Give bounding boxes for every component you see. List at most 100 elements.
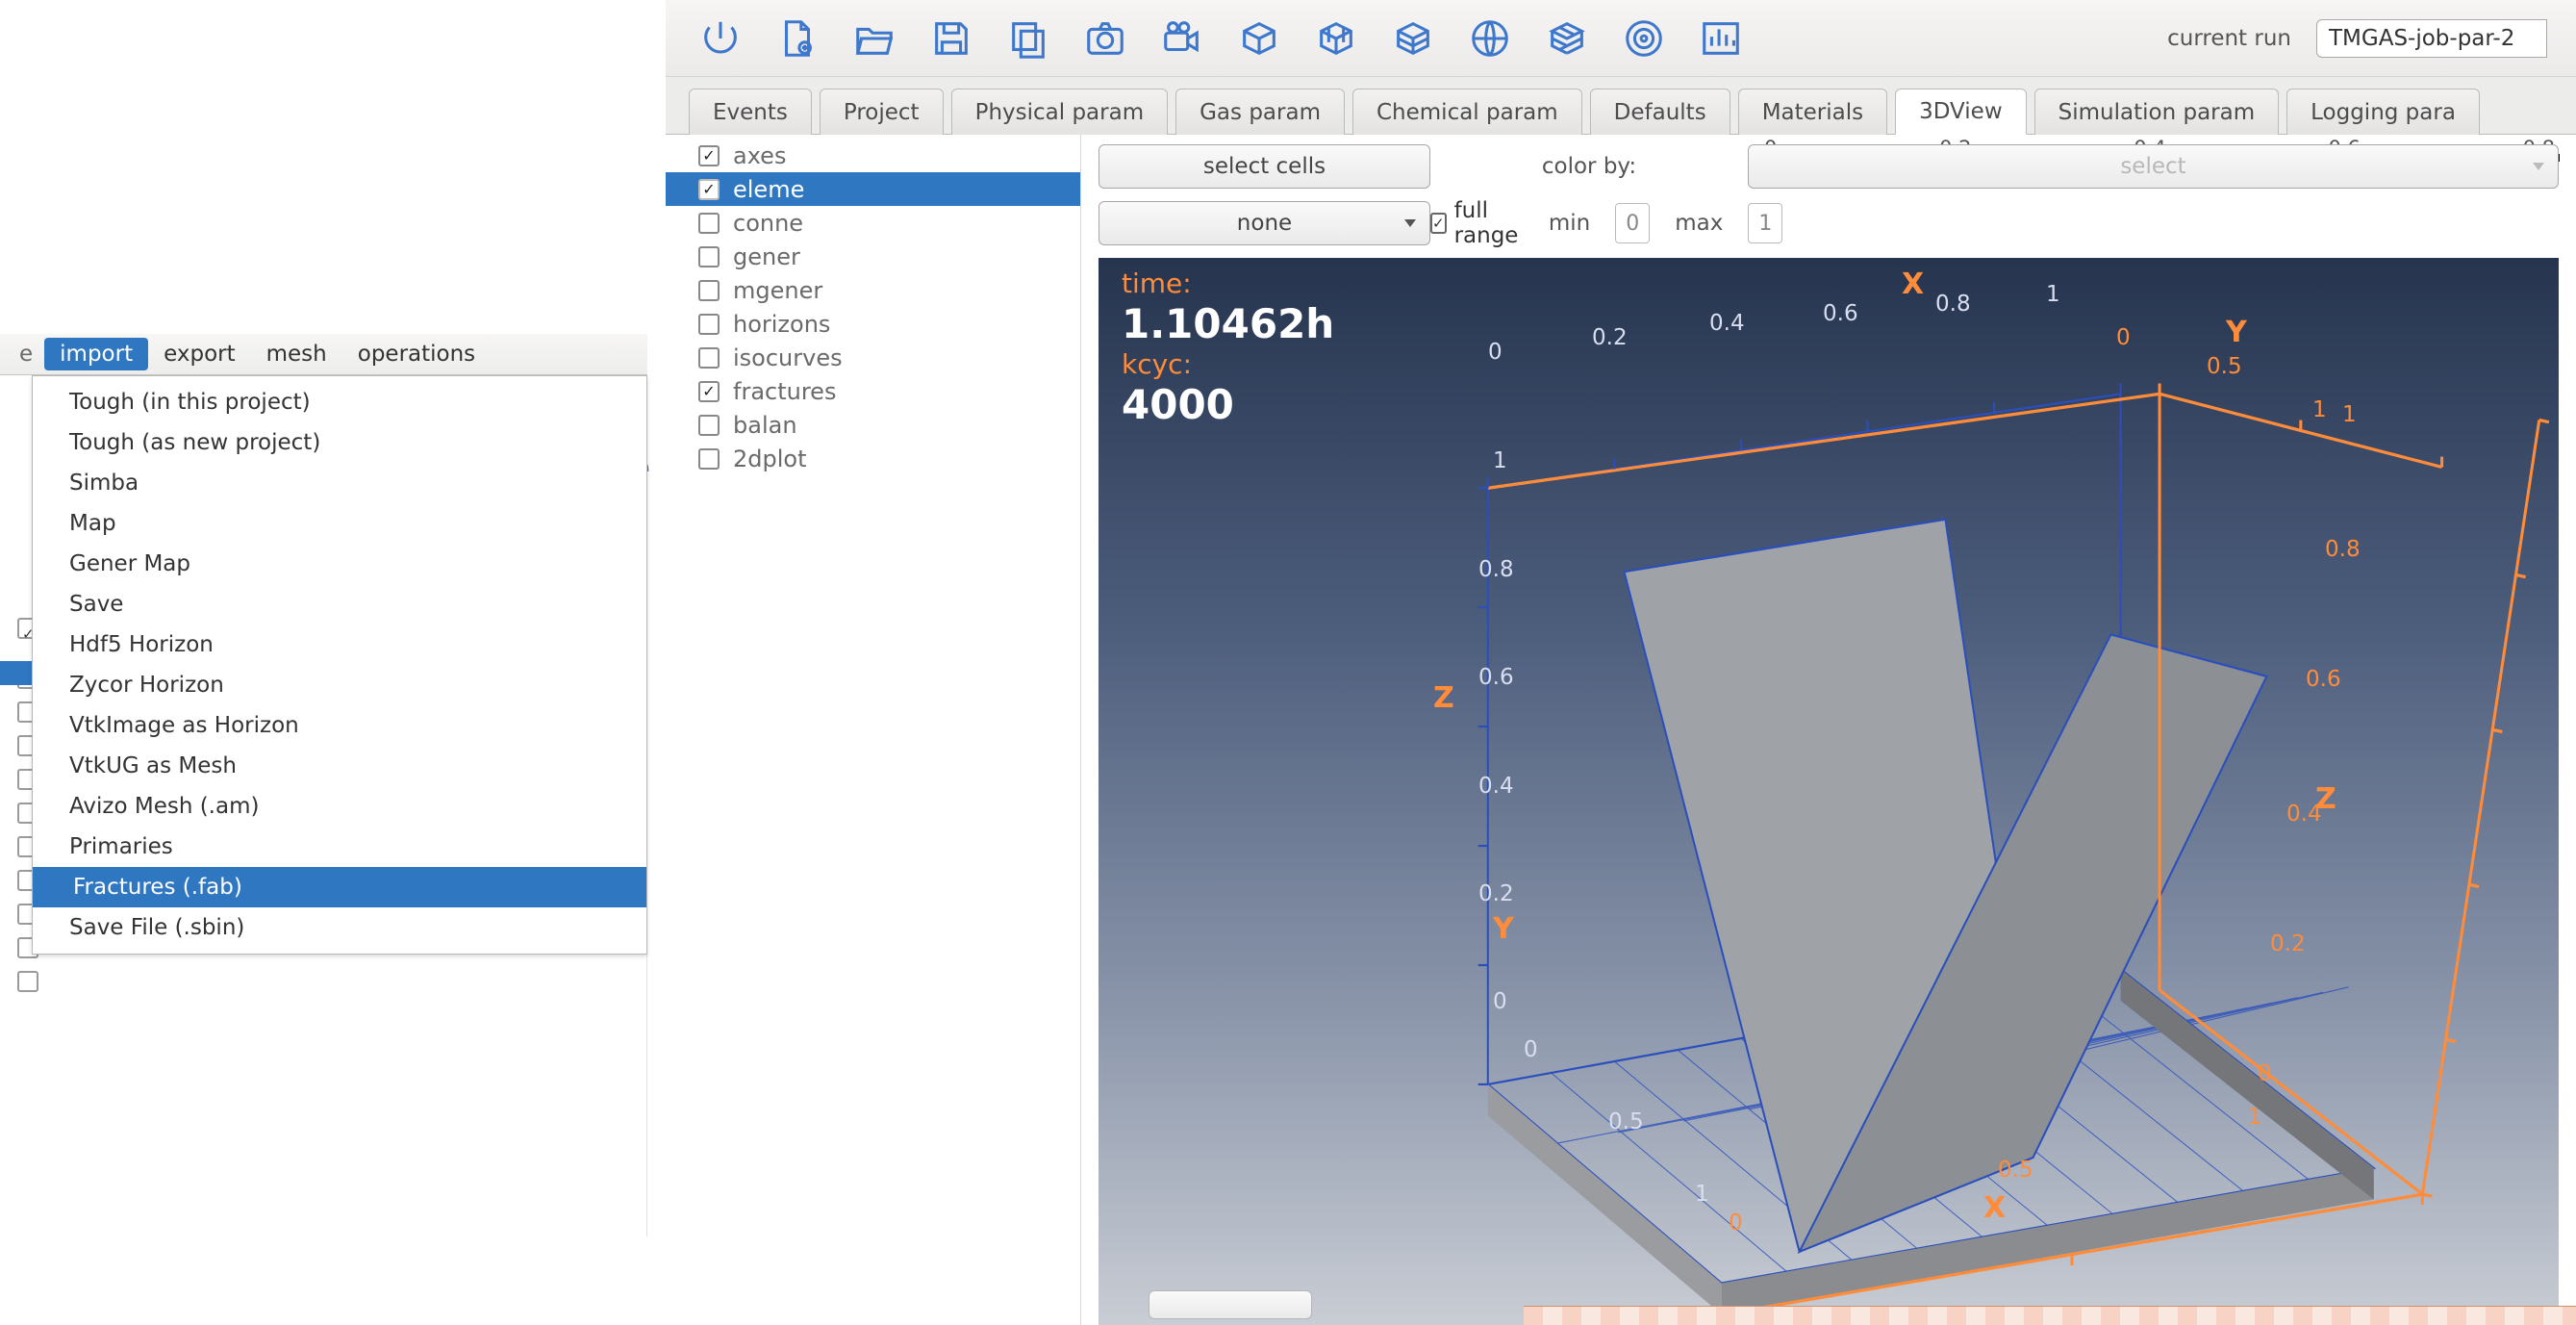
scene-svg: [1099, 258, 2559, 1325]
full-range-checkbox[interactable]: full range: [1430, 198, 1524, 248]
blue-tick-z-3: 0.6: [1478, 665, 1514, 690]
open-folder-icon[interactable]: [848, 13, 900, 64]
grid-icon[interactable]: [1541, 13, 1593, 64]
tab-bar: EventsProjectPhysical paramGas paramChem…: [666, 77, 2576, 135]
layer-balan[interactable]: balan: [666, 408, 1080, 442]
layer-isocurves[interactable]: isocurves: [666, 341, 1080, 374]
menu-export[interactable]: export: [148, 338, 251, 370]
import-item-vtkimage-as-horizon[interactable]: VtkImage as Horizon: [33, 705, 646, 746]
checkbox-icon[interactable]: [698, 179, 720, 200]
layer-label: balan: [733, 412, 1080, 439]
import-item-hdf5-horizon[interactable]: Hdf5 Horizon: [33, 624, 646, 665]
blue-tick-x-2: 0.4: [1709, 311, 1745, 336]
checkbox-icon[interactable]: [698, 213, 720, 234]
checkbox-icon[interactable]: [698, 381, 720, 402]
checkbox-icon[interactable]: [698, 145, 720, 166]
bottom-button-stub[interactable]: [1149, 1290, 1312, 1319]
checkbox-icon[interactable]: [698, 415, 720, 436]
checkbox-icon[interactable]: [698, 314, 720, 335]
tab-events[interactable]: Events: [689, 89, 812, 135]
video-icon[interactable]: [1156, 13, 1208, 64]
tab-logging-para[interactable]: Logging para: [2286, 89, 2480, 135]
import-item-zycor-horizon[interactable]: Zycor Horizon: [33, 665, 646, 705]
orange-tick-y-0: 0.5: [2207, 354, 2242, 379]
layer-horizons[interactable]: horizons: [666, 307, 1080, 341]
layer-gener[interactable]: gener: [666, 240, 1080, 273]
bars-icon[interactable]: [1695, 13, 1747, 64]
save-icon[interactable]: [925, 13, 977, 64]
blue-tick-z-2: 0.4: [1478, 774, 1514, 799]
import-item-simba[interactable]: Simba: [33, 463, 646, 503]
tab-chemical-param[interactable]: Chemical param: [1352, 89, 1582, 135]
view-3d-content: axes eleme conne gener mgener horizons isocurv…: [666, 135, 2576, 1325]
menu-fragment: e: [8, 342, 44, 367]
blue-tick-x-5: 1: [2046, 282, 2060, 307]
tab-gas-param[interactable]: Gas param: [1175, 89, 1345, 135]
cube-wire-icon[interactable]: [1233, 13, 1285, 64]
blue-tick-y-2: 1: [1695, 1182, 1709, 1207]
checkbox-icon[interactable]: [698, 347, 720, 369]
orange-tick-z-0r: 0: [2258, 1061, 2272, 1086]
import-item-avizo-mesh-am-[interactable]: Avizo Mesh (.am): [33, 786, 646, 827]
tab-3dview[interactable]: 3DView: [1895, 89, 2027, 135]
layer-label: mgener: [733, 277, 1080, 304]
color-by-dropdown[interactable]: none: [1099, 201, 1430, 245]
menu-mesh[interactable]: mesh: [251, 338, 342, 370]
layer-checklist: axes eleme conne gener mgener horizons isocurv…: [666, 135, 1081, 1325]
import-item-primaries[interactable]: Primaries: [33, 827, 646, 867]
tab-materials[interactable]: Materials: [1738, 89, 1887, 135]
import-item-gener-map[interactable]: Gener Map: [33, 544, 646, 584]
tab-defaults[interactable]: Defaults: [1590, 89, 1730, 135]
menu-operations[interactable]: operations: [342, 338, 491, 370]
select-cells-button[interactable]: select cells: [1099, 144, 1430, 189]
import-item-fractures-fab-[interactable]: Fractures (.fab): [33, 867, 646, 907]
copy-icon[interactable]: [1002, 13, 1054, 64]
import-item-vtkug-as-mesh[interactable]: VtkUG as Mesh: [33, 746, 646, 786]
orange-tick-z-1r: 0.2: [2270, 931, 2306, 956]
tab-project[interactable]: Project: [820, 89, 944, 135]
layer-mgener[interactable]: mgener: [666, 273, 1080, 307]
min-field[interactable]: 0: [1615, 203, 1650, 243]
checkbox-icon[interactable]: [698, 448, 720, 470]
globe-icon[interactable]: [1464, 13, 1516, 64]
layer-label: eleme: [733, 176, 1080, 203]
cube-split-icon[interactable]: [1310, 13, 1362, 64]
orange-tick-x-2: 1: [2248, 1105, 2262, 1130]
import-item-map[interactable]: Map: [33, 503, 646, 544]
import-item-save-file-sbin-[interactable]: Save File (.sbin): [33, 907, 646, 948]
axis-z-label-left: Z: [1433, 681, 1454, 715]
blue-tick-z-4: 0.8: [1478, 557, 1514, 582]
orange-tick-z-3r: 0.6: [2306, 667, 2341, 692]
toolbar: current run TMGAS-job-par-2: [666, 0, 2576, 77]
orange-tick-x-0: 0: [1729, 1210, 1743, 1236]
max-label: max: [1675, 211, 1723, 236]
layer-label: axes: [733, 142, 1080, 169]
import-item-tough-in-this-project-[interactable]: Tough (in this project): [33, 382, 646, 422]
target-icon[interactable]: [1618, 13, 1670, 64]
checkbox-icon[interactable]: [698, 246, 720, 268]
layer-label: conne: [733, 210, 1080, 237]
layer-axes[interactable]: axes: [666, 139, 1080, 172]
camera-icon[interactable]: [1079, 13, 1131, 64]
tab-physical-param[interactable]: Physical param: [951, 89, 1169, 135]
checkbox-icon[interactable]: [698, 280, 720, 301]
select-dropdown[interactable]: select: [1748, 144, 2559, 189]
current-run-label: current run: [2167, 26, 2291, 51]
current-run-field[interactable]: TMGAS-job-par-2: [2316, 19, 2547, 58]
power-icon[interactable]: [695, 13, 746, 64]
max-field[interactable]: 1: [1748, 203, 1782, 243]
import-dropdown: Tough (in this project)Tough (as new pro…: [32, 375, 647, 955]
layer-eleme[interactable]: eleme: [666, 172, 1080, 206]
import-item-tough-as-new-project-[interactable]: Tough (as new project): [33, 422, 646, 463]
import-item-save[interactable]: Save: [33, 584, 646, 624]
tab-simulation-param[interactable]: Simulation param: [2034, 89, 2279, 135]
layer-label: horizons: [733, 311, 1080, 338]
menu-import[interactable]: import: [44, 338, 148, 370]
cube-iso-icon[interactable]: [1387, 13, 1439, 64]
layer-conne[interactable]: conne: [666, 206, 1080, 240]
canvas-3d[interactable]: time: 1.10462h kcyc: 4000: [1099, 258, 2559, 1325]
blue-tick-z-0: 0: [1493, 989, 1507, 1014]
new-file-icon[interactable]: [771, 13, 823, 64]
layer-2dplot[interactable]: 2dplot: [666, 442, 1080, 475]
layer-fractures[interactable]: fractures: [666, 374, 1080, 408]
